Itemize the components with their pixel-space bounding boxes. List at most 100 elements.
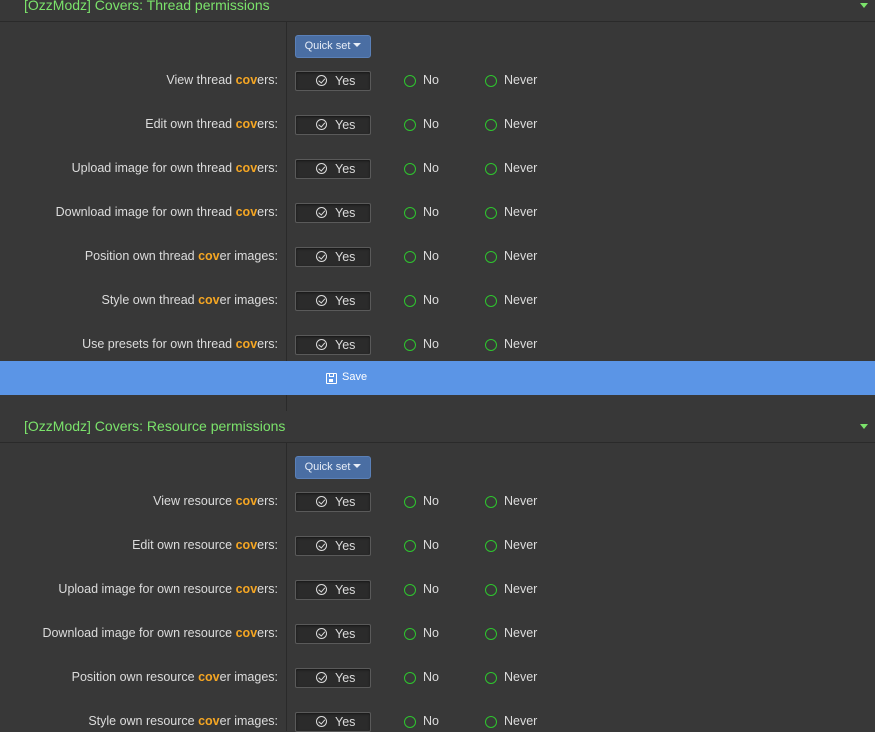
no-label[interactable]: No [423,73,439,87]
never-radio[interactable] [485,672,497,684]
yes-label: Yes [335,206,356,220]
yes-option-selected[interactable]: Yes [295,115,371,135]
never-label[interactable]: Never [504,626,537,640]
no-label[interactable]: No [423,117,439,131]
no-radio[interactable] [404,339,416,351]
yes-label: Yes [335,162,356,176]
no-radio[interactable] [404,628,416,640]
never-label[interactable]: Never [504,494,537,508]
no-label[interactable]: No [423,205,439,219]
never-label[interactable]: Never [504,714,537,728]
yes-option-selected[interactable]: Yes [295,203,371,223]
check-circle-icon [316,496,327,507]
yes-label: Yes [335,583,356,597]
no-label[interactable]: No [423,494,439,508]
never-radio[interactable] [485,207,497,219]
no-label[interactable]: No [423,337,439,351]
never-label[interactable]: Never [504,538,537,552]
no-radio[interactable] [404,207,416,219]
yes-option-selected[interactable]: Yes [295,492,371,512]
yes-option-selected[interactable]: Yes [295,536,371,556]
label-text: ers: [257,205,278,219]
no-label[interactable]: No [423,293,439,307]
no-label[interactable]: No [423,161,439,175]
check-circle-icon [316,628,327,639]
permission-row: Download image for own resource covers: Y… [0,624,875,644]
never-label[interactable]: Never [504,582,537,596]
yes-option-selected[interactable]: Yes [295,71,371,91]
no-label[interactable]: No [423,626,439,640]
label-text: View thread [166,73,236,87]
label-highlight: cov [235,582,258,596]
never-radio[interactable] [485,163,497,175]
section-header-resource-permissions[interactable]: [OzzModz] Covers: Resource permissions [0,411,875,443]
section-title: [OzzModz] Covers: Resource permissions [24,418,286,434]
label-highlight: cov [235,161,258,175]
yes-option-selected[interactable]: Yes [295,668,371,688]
yes-option-selected[interactable]: Yes [295,624,371,644]
never-radio[interactable] [485,496,497,508]
no-radio[interactable] [404,251,416,263]
quick-set-button[interactable]: Quick set [295,456,371,479]
yes-option-selected[interactable]: Yes [295,159,371,179]
caret-down-icon [353,43,362,48]
label-highlight: cov [235,117,258,131]
yes-option-selected[interactable]: Yes [295,335,371,355]
never-label[interactable]: Never [504,161,537,175]
no-radio[interactable] [404,584,416,596]
label-text: View resource [153,494,236,508]
no-radio[interactable] [404,119,416,131]
yes-option-selected[interactable]: Yes [295,580,371,600]
section-header-thread-permissions[interactable]: [OzzModz] Covers: Thread permissions [0,0,875,22]
never-label[interactable]: Never [504,117,537,131]
yes-label: Yes [335,539,356,553]
never-label[interactable]: Never [504,337,537,351]
label-text: ers: [257,337,278,351]
no-label[interactable]: No [423,249,439,263]
no-radio[interactable] [404,540,416,552]
permission-label: Upload image for own resource covers: [58,582,278,596]
never-radio[interactable] [485,295,497,307]
never-radio[interactable] [485,716,497,728]
never-radio[interactable] [485,339,497,351]
never-radio[interactable] [485,540,497,552]
no-label[interactable]: No [423,538,439,552]
never-radio[interactable] [485,628,497,640]
permission-label: Edit own resource covers: [132,538,278,552]
never-radio[interactable] [485,75,497,87]
no-label[interactable]: No [423,582,439,596]
quick-set-button[interactable]: Quick set [295,35,371,58]
label-highlight: cov [235,626,258,640]
never-radio[interactable] [485,584,497,596]
check-circle-icon [316,119,327,130]
no-radio[interactable] [404,672,416,684]
label-text: er images: [219,714,278,728]
no-radio[interactable] [404,163,416,175]
no-radio[interactable] [404,496,416,508]
check-circle-icon [316,163,327,174]
save-bar[interactable]: Save [0,361,875,395]
never-radio[interactable] [485,251,497,263]
no-radio[interactable] [404,295,416,307]
no-radio[interactable] [404,716,416,728]
yes-option-selected[interactable]: Yes [295,247,371,267]
label-highlight: cov [235,494,258,508]
yes-option-selected[interactable]: Yes [295,712,371,732]
no-label[interactable]: No [423,670,439,684]
quick-set-label: Quick set [304,40,351,52]
permission-label: Download image for own resource covers: [42,626,278,640]
never-label[interactable]: Never [504,73,537,87]
collapse-triangle-icon[interactable] [860,424,868,429]
never-label[interactable]: Never [504,670,537,684]
label-text: Style own resource [88,714,199,728]
label-text: Download image for own resource [42,626,236,640]
section-title: [OzzModz] Covers: Thread permissions [24,0,270,13]
collapse-triangle-icon[interactable] [860,3,868,8]
no-label[interactable]: No [423,714,439,728]
no-radio[interactable] [404,75,416,87]
yes-option-selected[interactable]: Yes [295,291,371,311]
never-label[interactable]: Never [504,249,537,263]
never-radio[interactable] [485,119,497,131]
never-label[interactable]: Never [504,293,537,307]
never-label[interactable]: Never [504,205,537,219]
